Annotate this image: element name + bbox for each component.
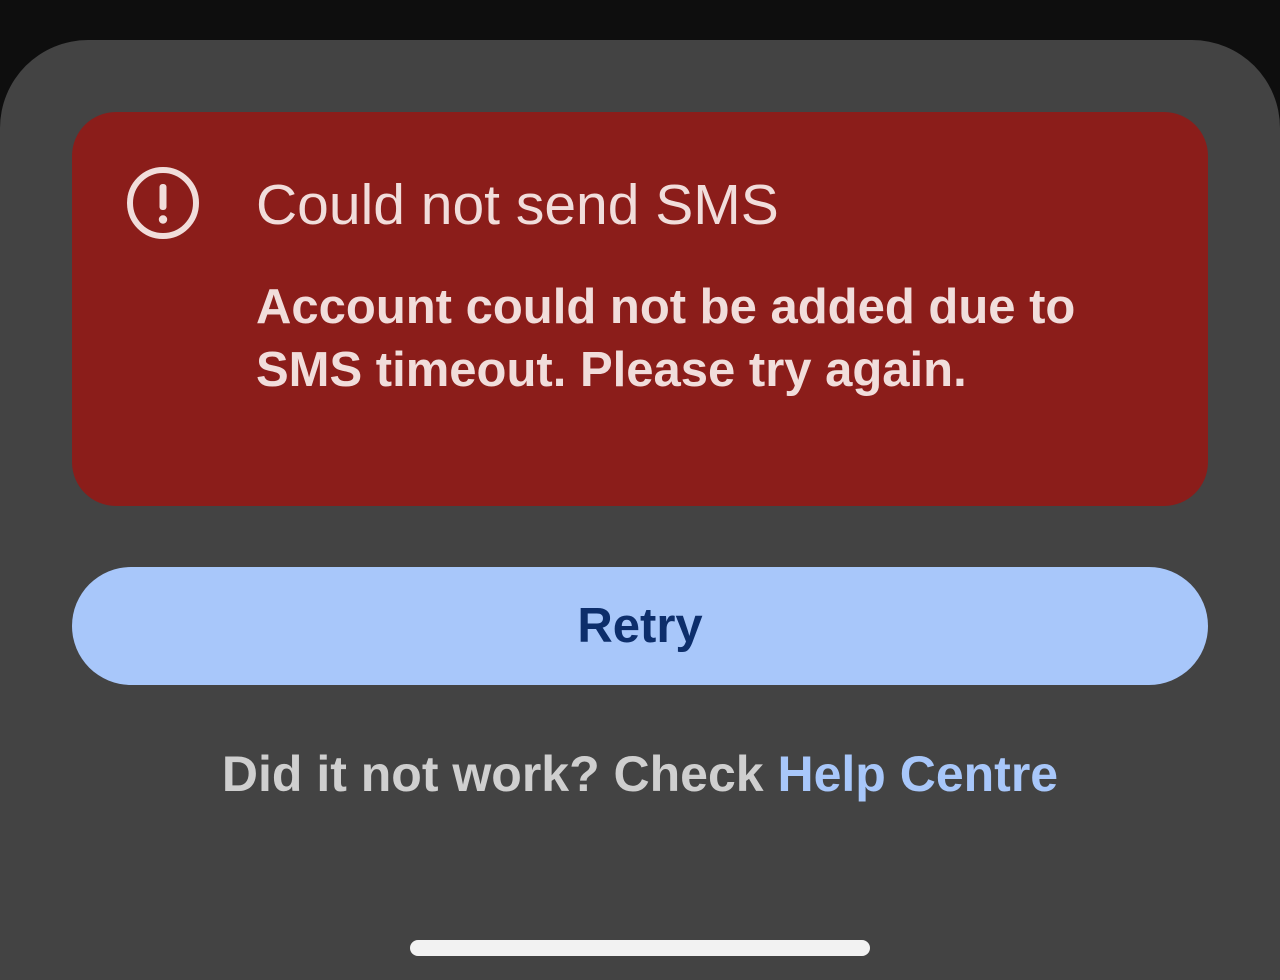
error-message: Account could not be added due to SMS ti…	[256, 280, 1076, 397]
retry-button[interactable]: Retry	[72, 567, 1208, 685]
alert-circle-icon	[126, 166, 200, 240]
help-prompt-text: Did it not work? Check	[221, 746, 778, 802]
help-centre-link[interactable]: Help Centre	[777, 746, 1058, 802]
help-prompt: Did it not work? Check Help Centre	[0, 742, 1280, 806]
error-title: Could not send SMS	[256, 173, 779, 237]
bottom-sheet: Could not send SMS Account could not be …	[0, 40, 1280, 980]
home-indicator[interactable]	[410, 940, 870, 956]
retry-button-label: Retry	[577, 599, 703, 653]
